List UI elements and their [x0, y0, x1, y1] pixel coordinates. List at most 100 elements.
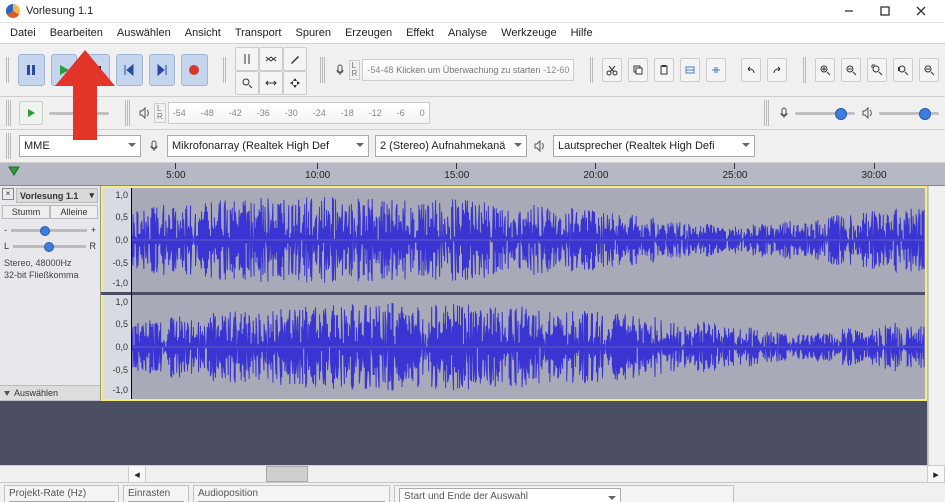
microphone-icon — [147, 139, 161, 153]
zoom-fit-button[interactable] — [893, 58, 913, 82]
db-tick: -54 — [173, 108, 186, 118]
close-button[interactable] — [903, 0, 939, 22]
toolbar-grip-icon[interactable] — [6, 57, 10, 83]
scroll-left-button[interactable]: ◂ — [128, 465, 146, 483]
pan-slider[interactable]: LR — [4, 241, 96, 251]
track-select-button[interactable]: Auswählen — [0, 385, 100, 400]
device-toolbar: MME Mikrofonarray (Realtek High Def 2 (S… — [0, 130, 945, 163]
tools-toolbar — [235, 47, 305, 93]
toolbar-grip-icon[interactable] — [764, 100, 769, 126]
vertical-scale[interactable]: 1,0 0,5 0,0 -0,5 -1,0 — [101, 188, 132, 292]
combo-value: Mikrofonarray (Realtek High Def — [172, 140, 329, 152]
track-format-info: Stereo, 48000Hz 32-bit Fließkomma — [4, 257, 96, 281]
recording-volume-slider[interactable] — [777, 106, 855, 120]
recording-meter[interactable]: LR -54 -48 -12 -6 0 Klicken um Überwachu… — [333, 59, 575, 81]
draw-tool-button[interactable] — [283, 47, 307, 71]
paste-button[interactable] — [654, 58, 674, 82]
copy-button[interactable] — [628, 58, 648, 82]
redo-button[interactable] — [767, 58, 787, 82]
audio-host-combo[interactable]: MME — [19, 135, 141, 157]
toolbar-row-2: LR -54 -48 -42 -36 -30 -24 -18 -12 -6 0 — [0, 97, 945, 130]
play-cursor — [131, 188, 132, 399]
stop-button[interactable] — [83, 54, 110, 86]
recording-device-combo[interactable]: Mikrofonarray (Realtek High Def — [167, 135, 369, 157]
mute-button[interactable]: Stumm — [2, 205, 50, 219]
zoom-out-button[interactable] — [841, 58, 861, 82]
audio-position-panel: Audioposition 0 0 h 0 0 min 0 0 , 0 0 0s… — [193, 485, 390, 502]
combo-value: MME — [24, 140, 50, 152]
maximize-button[interactable] — [867, 0, 903, 22]
scroll-right-button[interactable]: ▸ — [927, 465, 945, 483]
speaker-icon — [861, 106, 875, 120]
silence-button[interactable] — [706, 58, 726, 82]
toolbar-grip-icon[interactable] — [125, 100, 130, 126]
project-rate-panel: Projekt-Rate (Hz) 48000 — [4, 485, 119, 502]
menu-edit[interactable]: Bearbeiten — [44, 25, 109, 41]
toolbar-grip-icon[interactable] — [320, 57, 324, 83]
selection-mode-combo[interactable]: Start und Ende der Auswahl — [399, 488, 621, 502]
menu-analyze[interactable]: Analyse — [442, 25, 493, 41]
play-at-speed-button[interactable] — [19, 101, 43, 125]
empty-track-area[interactable] — [0, 401, 927, 465]
transport-toolbar: LR -54 -48 -12 -6 0 Klicken um Überwachu… — [0, 44, 945, 97]
vertical-scrollbar[interactable] — [928, 186, 945, 465]
waveform-display[interactable]: 1,0 0,5 0,0 -0,5 -1,0 1,0 0,5 0,0 -0,5 -… — [101, 186, 927, 401]
trim-button[interactable] — [680, 58, 700, 82]
skip-start-button[interactable] — [116, 54, 143, 86]
playback-device-combo[interactable]: Lautsprecher (Realtek High Defi — [553, 135, 755, 157]
timeline-ruler[interactable]: 5:0010:0015:0020:0025:0030:00 — [0, 163, 945, 186]
vertical-scale[interactable]: 1,0 0,5 0,0 -0,5 -1,0 — [101, 295, 132, 399]
db-tick: -18 — [341, 108, 354, 118]
track-menu-button[interactable]: Vorlesung 1.1▾ — [16, 188, 98, 203]
title-bar: Vorlesung 1.1 — [0, 0, 945, 23]
multi-tool-button[interactable] — [283, 71, 307, 95]
selection-tool-button[interactable] — [235, 47, 259, 71]
play-button[interactable] — [51, 54, 78, 86]
speaker-icon — [533, 139, 547, 153]
menu-help[interactable]: Hilfe — [565, 25, 599, 41]
playback-volume-slider[interactable] — [861, 106, 939, 120]
minimize-button[interactable] — [831, 0, 867, 22]
microphone-icon — [777, 106, 791, 120]
recording-channels-combo[interactable]: 2 (Stereo) Aufnahmekanä — [375, 135, 527, 157]
menu-file[interactable]: Datei — [4, 25, 42, 41]
toolbar-grip-icon[interactable] — [6, 100, 11, 126]
track-close-button[interactable]: × — [2, 188, 14, 200]
cut-button[interactable] — [602, 58, 622, 82]
menu-transport[interactable]: Transport — [229, 25, 288, 41]
zoom-selection-button[interactable] — [867, 58, 887, 82]
pause-button[interactable] — [18, 54, 45, 86]
horizontal-scrollbar[interactable]: ◂ ▸ — [0, 465, 945, 482]
skip-end-button[interactable] — [149, 54, 176, 86]
chevron-down-icon: ▾ — [89, 190, 94, 201]
menu-view[interactable]: Ansicht — [179, 25, 227, 41]
solo-button[interactable]: Alleine — [50, 205, 98, 219]
menu-select[interactable]: Auswählen — [111, 25, 177, 41]
toolbar-grip-icon[interactable] — [223, 57, 227, 83]
toolbar-grip-icon[interactable] — [6, 133, 11, 159]
track-control-panel: × Vorlesung 1.1▾ Stumm Alleine -+ LR Ste… — [0, 186, 101, 400]
envelope-tool-button[interactable] — [259, 47, 283, 71]
project-rate-label: Projekt-Rate (Hz) — [9, 488, 114, 499]
menu-effect[interactable]: Effekt — [400, 25, 440, 41]
menu-tools[interactable]: Werkzeuge — [495, 25, 562, 41]
meter-hint: Klicken um Überwachung zu starten — [396, 65, 540, 75]
selection-panel: Start und Ende der Auswahl 0 0 h 0 0 min… — [394, 485, 734, 502]
scroll-thumb[interactable] — [266, 466, 308, 482]
zoom-tool-button[interactable] — [235, 71, 259, 95]
zoom-toggle-button[interactable] — [919, 58, 939, 82]
db-tick: -54 — [367, 65, 380, 75]
toolbar-grip-icon[interactable] — [590, 57, 594, 83]
db-tick: -36 — [257, 108, 270, 118]
menu-generate[interactable]: Erzeugen — [339, 25, 398, 41]
db-tick: -30 — [285, 108, 298, 118]
zoom-in-button[interactable] — [815, 58, 835, 82]
toolbar-grip-icon[interactable] — [803, 57, 807, 83]
record-button[interactable] — [181, 54, 208, 86]
timeshift-tool-button[interactable] — [259, 71, 283, 95]
menu-tracks[interactable]: Spuren — [289, 25, 336, 41]
playback-speed-slider[interactable] — [49, 112, 109, 115]
gain-slider[interactable]: -+ — [4, 225, 96, 235]
undo-button[interactable] — [741, 58, 761, 82]
playback-meter[interactable]: LR -54 -48 -42 -36 -30 -24 -18 -12 -6 0 — [138, 102, 430, 124]
